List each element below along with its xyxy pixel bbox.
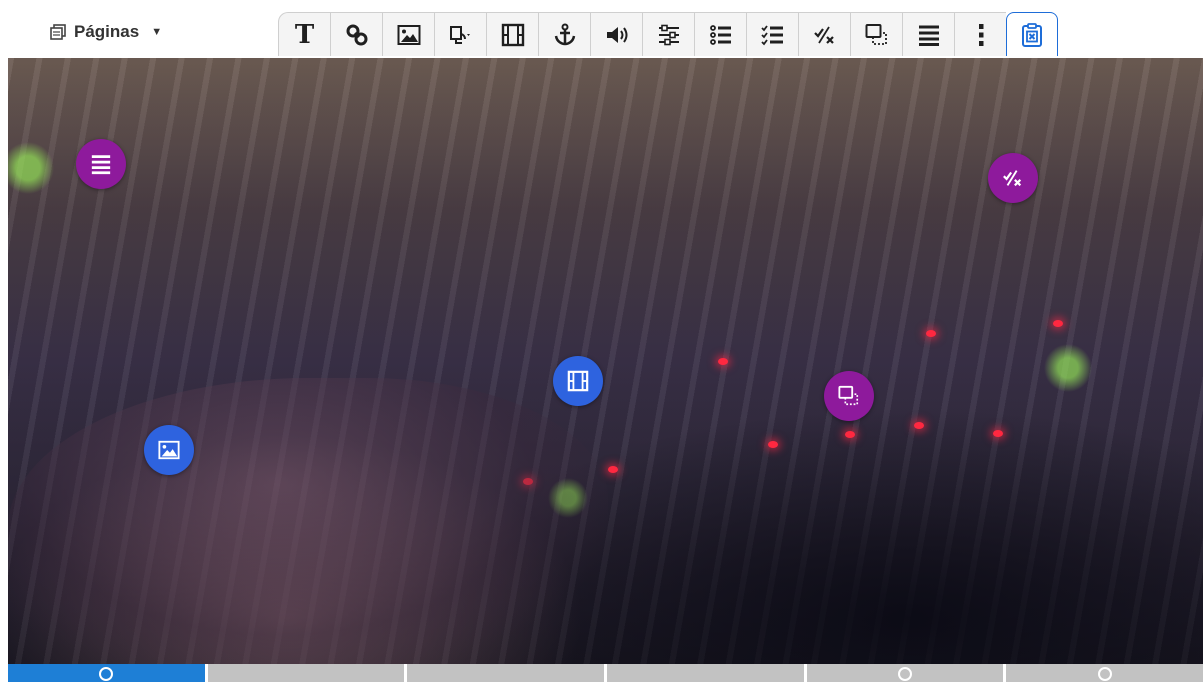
drag-drop-tool[interactable] (850, 12, 902, 56)
led-light (926, 330, 936, 337)
vertical-dots-icon (978, 23, 983, 46)
film-icon (567, 370, 589, 392)
list-lines-icon (918, 25, 939, 46)
hotspot-check-cross[interactable] (988, 153, 1038, 203)
led-light (845, 431, 855, 438)
page-tab-3[interactable] (407, 664, 608, 682)
led-light (718, 358, 728, 365)
hotspot-image[interactable] (144, 425, 194, 475)
image-icon (397, 24, 420, 45)
toolbar: T (278, 12, 1058, 58)
video-tool[interactable] (486, 12, 538, 56)
anchor-tool[interactable] (538, 12, 590, 56)
led-light (993, 430, 1003, 437)
led-light (1053, 320, 1063, 327)
checklist-tool[interactable] (746, 12, 798, 56)
drag-drop-icon (865, 23, 887, 45)
page-tab-1[interactable] (8, 664, 208, 682)
bullet-list-icon (709, 24, 731, 45)
hotspot-film[interactable] (553, 356, 603, 406)
true-false-tool[interactable] (798, 12, 850, 56)
pages-menu-button[interactable]: Páginas ▼ (50, 18, 162, 46)
top-bar: Páginas ▼ T (0, 0, 1203, 58)
led-light (914, 422, 924, 429)
list-lines-icon (91, 155, 111, 175)
menu-tool[interactable] (902, 12, 954, 56)
more-tool[interactable] (954, 12, 1006, 56)
image-icon (158, 440, 180, 460)
clipboard-cancel-tool[interactable] (1006, 12, 1058, 56)
page-tab-4[interactable] (607, 664, 807, 682)
link-tool[interactable] (330, 12, 382, 56)
audio-tool[interactable] (590, 12, 642, 56)
led-light (768, 441, 778, 448)
led-light (608, 466, 618, 473)
hotspot-drag-drop[interactable] (824, 371, 874, 421)
background-photo (8, 58, 1203, 664)
page-marker-icon (99, 667, 114, 681)
page-marker-icon (898, 667, 913, 681)
check-cross-icon (813, 26, 834, 44)
image-tool[interactable] (382, 12, 434, 56)
page-tab-5[interactable] (806, 664, 1007, 682)
film-icon (501, 23, 524, 46)
hotspot-list[interactable] (76, 139, 126, 189)
checklist-icon (760, 24, 783, 45)
drag-drop-icon (838, 385, 859, 406)
list-tool[interactable] (694, 12, 746, 56)
page-canvas[interactable] (8, 58, 1203, 664)
page-marker-icon (1097, 667, 1112, 681)
page-tab-6[interactable] (1006, 664, 1203, 682)
sliders-icon (658, 24, 679, 45)
shape-dropdown-icon (449, 25, 470, 44)
hand-shape (8, 378, 608, 664)
text-icon: T (294, 19, 315, 50)
page-tabs (8, 664, 1203, 682)
clipboard-x-icon (1022, 22, 1042, 47)
link-icon (346, 24, 367, 45)
page-tab-2[interactable] (207, 664, 408, 682)
text-tool[interactable]: T (278, 12, 330, 56)
check-cross-icon (1003, 170, 1022, 187)
speaker-icon (606, 26, 627, 43)
pages-label: Páginas (74, 22, 140, 41)
pages-icon (50, 24, 66, 40)
anchor-icon (554, 23, 575, 45)
chevron-down-icon: ▼ (151, 26, 163, 38)
sliders-tool[interactable] (642, 12, 694, 56)
shape-tool[interactable] (434, 12, 486, 56)
